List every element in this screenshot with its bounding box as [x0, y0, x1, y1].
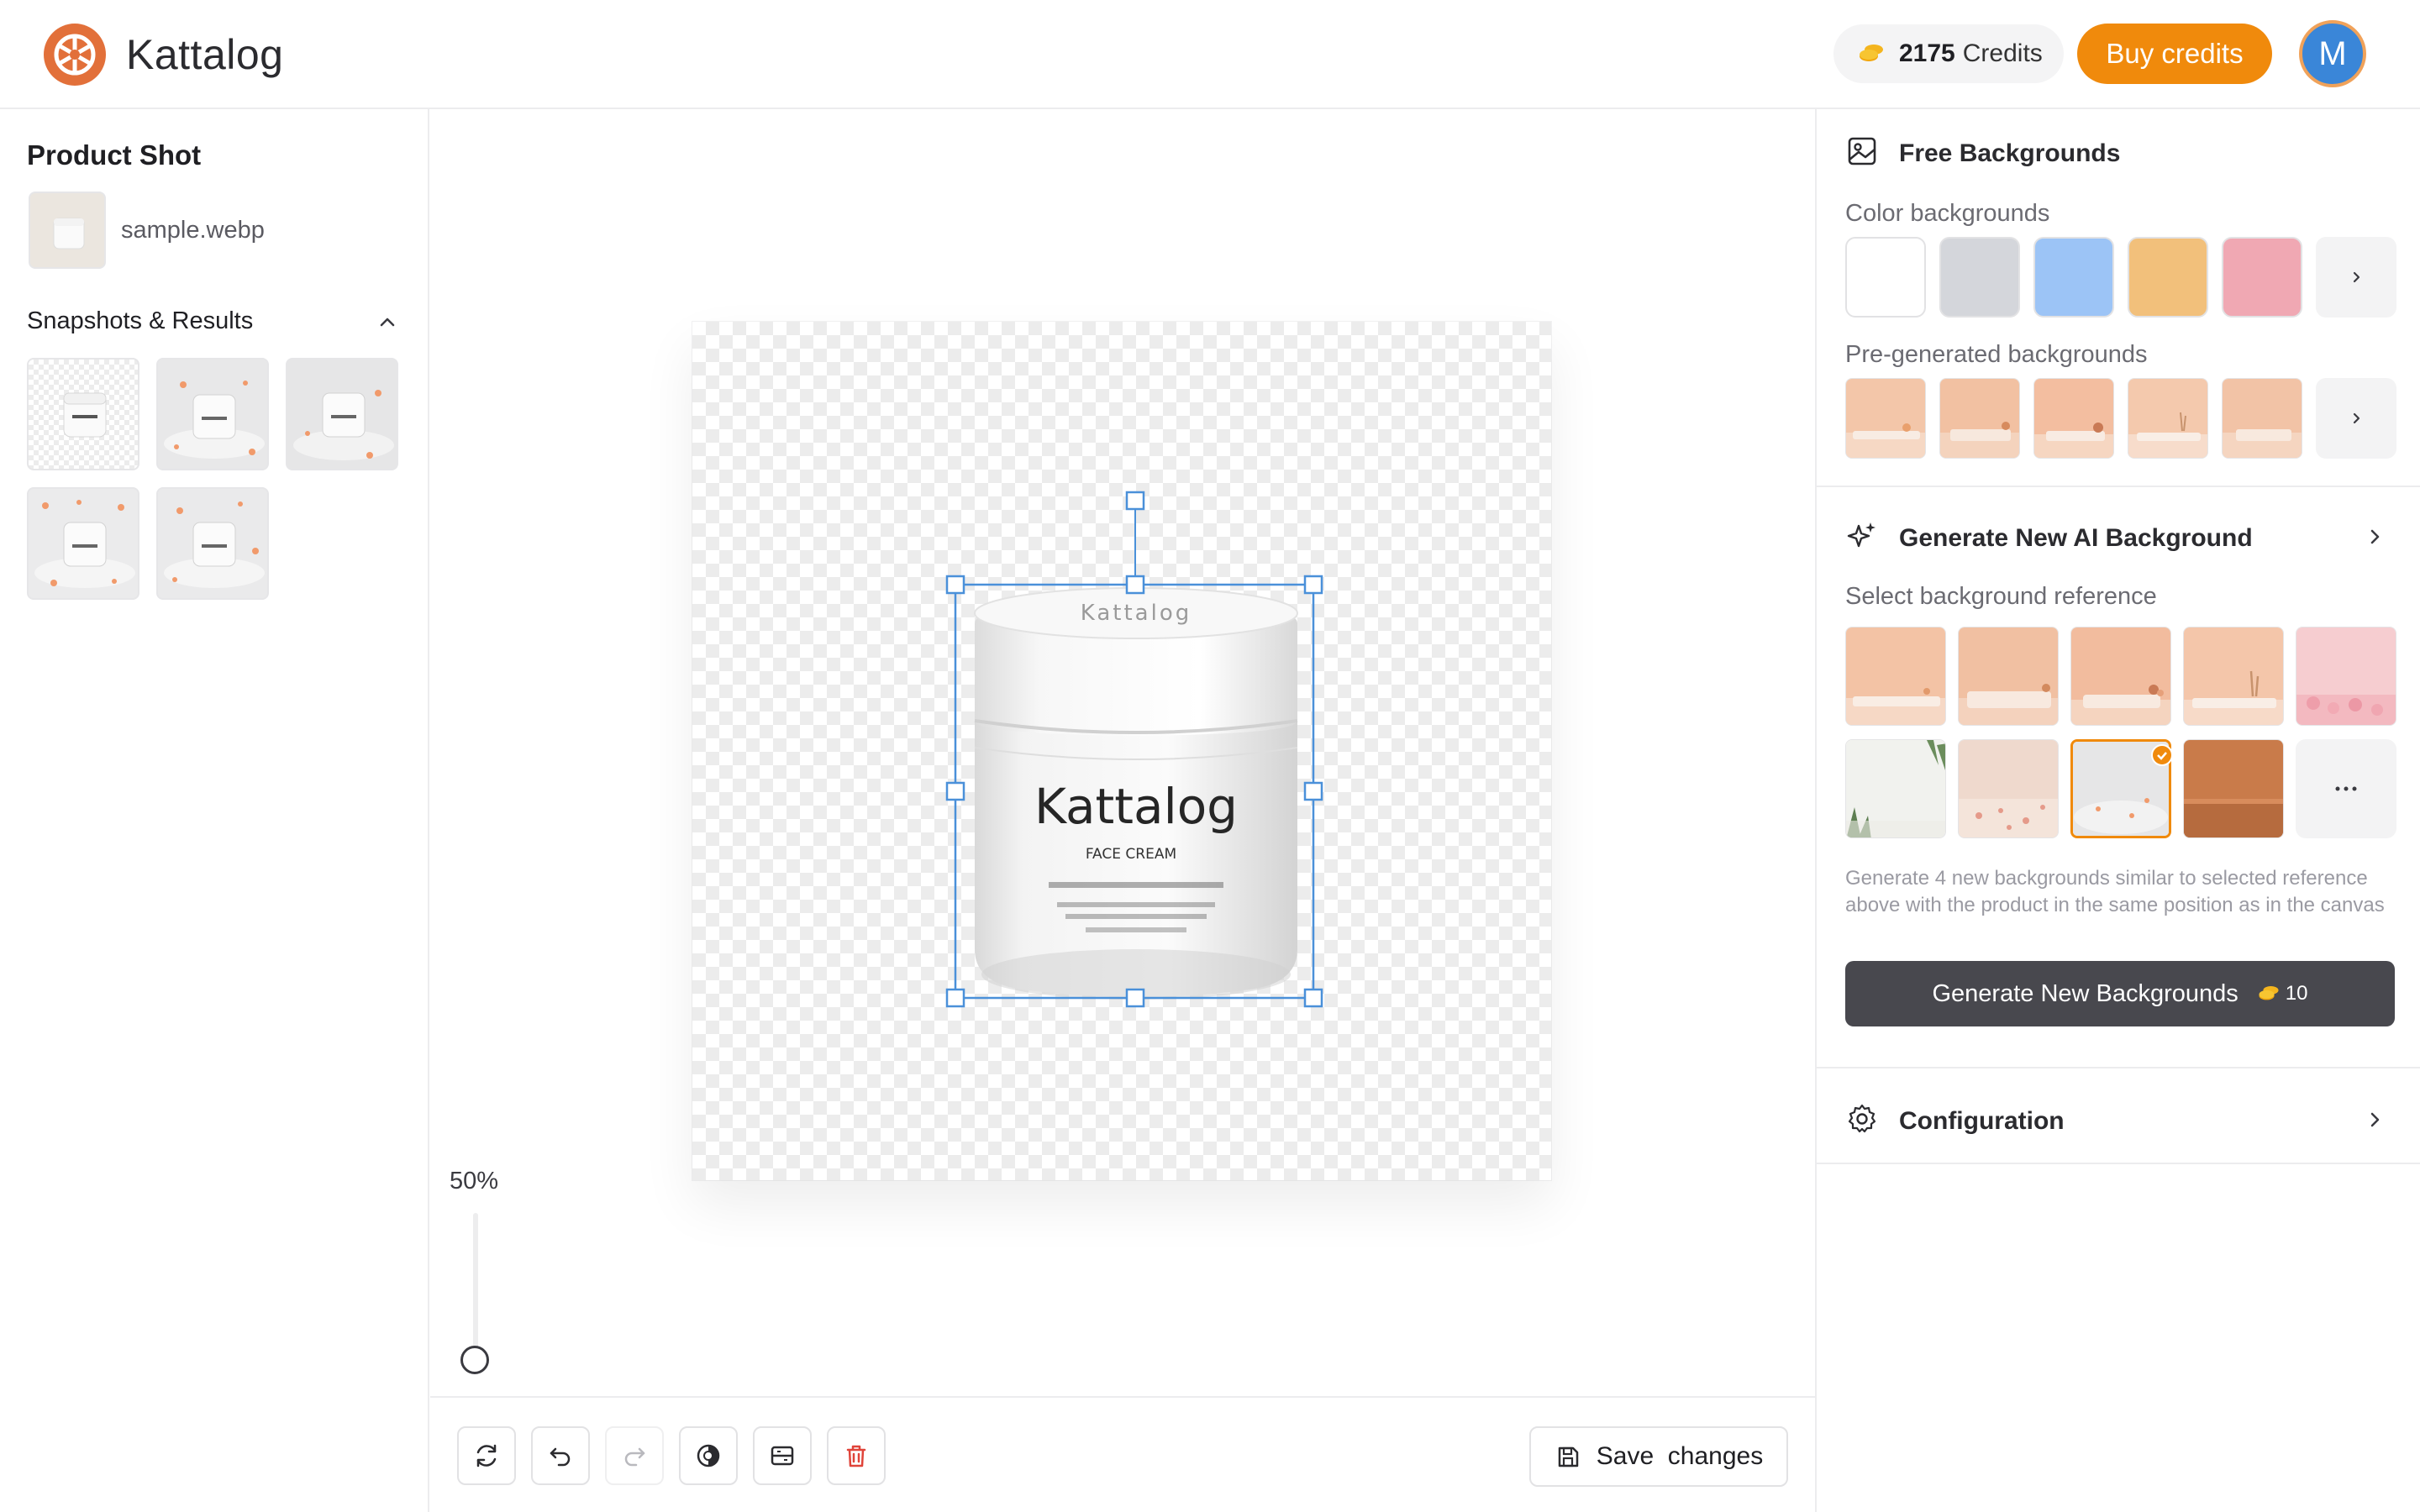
pregenerated-backgrounds-label: Pre-generated backgrounds [1845, 341, 2148, 368]
sparkles-icon [1847, 522, 1876, 548]
bottom-toolbar: Save changes [430, 1396, 1815, 1512]
credits-indicator: 2175 Credits [1833, 24, 2064, 83]
rotate-icon [476, 1444, 497, 1467]
chevron-up-icon[interactable] [375, 309, 400, 334]
snapshots-results-header[interactable]: Snapshots & Results [27, 307, 253, 335]
buy-credits-button[interactable]: Buy credits [2077, 24, 2272, 84]
app-header: Kattalog 2175 Credits Buy credits M [0, 0, 2420, 109]
more-pregenerated-button[interactable] [2316, 378, 2396, 459]
color-swatch-white[interactable] [1845, 237, 1926, 318]
delete-button[interactable] [827, 1426, 886, 1485]
file-name: sample.webp [121, 217, 265, 244]
pregenerated-background-thumbnail[interactable] [2222, 378, 2302, 459]
resize-handle-ne[interactable] [1303, 575, 1323, 595]
resize-handle-s[interactable] [1125, 988, 1145, 1008]
reset-button[interactable] [457, 1426, 516, 1485]
color-swatch-pink[interactable] [2222, 237, 2302, 318]
more-references-button[interactable] [2296, 739, 2396, 838]
trash-icon [846, 1445, 866, 1467]
pregenerated-background-thumbnail[interactable] [2128, 378, 2208, 459]
pregenerated-background-thumbnail[interactable] [1939, 378, 2020, 459]
color-backgrounds-label: Color backgrounds [1845, 200, 2050, 227]
credits-label: Credits [1962, 39, 2043, 67]
more-colors-button[interactable] [2316, 237, 2396, 318]
snapshot-thumbnail[interactable] [156, 487, 269, 600]
resize-handle-sw[interactable] [945, 988, 965, 1008]
pregenerated-background-thumbnail[interactable] [1845, 378, 1926, 459]
redo-button[interactable] [605, 1426, 664, 1485]
adjust-button[interactable] [679, 1426, 738, 1485]
reference-background-thumbnail[interactable] [2070, 627, 2171, 726]
coins-icon [2259, 985, 2279, 1000]
generate-button-label: Generate New Backgrounds [1932, 979, 2238, 1007]
resize-handle-w[interactable] [945, 781, 965, 801]
snapshot-thumbnail[interactable] [27, 487, 139, 600]
section-divider [1817, 1163, 2420, 1164]
redo-icon [624, 1447, 645, 1467]
credits-value: 2175 [1899, 39, 1955, 67]
color-swatch-orange[interactable] [2128, 237, 2208, 318]
zoom-slider-handle[interactable] [460, 1346, 489, 1374]
snapshot-thumbnail[interactable] [27, 358, 139, 470]
resize-handle-n[interactable] [1125, 575, 1145, 595]
color-swatch-blue[interactable] [2033, 237, 2114, 318]
left-sidebar: Product Shot sample.webp Snapshots & Res… [0, 109, 429, 1512]
resize-handle-nw[interactable] [945, 575, 965, 595]
reference-background-thumbnail[interactable] [1845, 739, 1946, 838]
chevron-right-icon [2353, 271, 2360, 283]
kattalog-logo-icon[interactable] [42, 22, 108, 87]
chevron-right-icon[interactable] [2363, 524, 2388, 549]
free-backgrounds-title: Free Backgrounds [1899, 139, 2121, 167]
snapshot-thumbnail[interactable] [286, 358, 398, 470]
crop-icon [771, 1446, 794, 1466]
contrast-icon [697, 1444, 720, 1467]
generate-new-backgrounds-button[interactable]: Generate New Backgrounds 10 [1845, 961, 2395, 1026]
zoom-level: 50% [450, 1168, 499, 1194]
selected-check-icon [2151, 744, 2173, 766]
color-swatch-gray[interactable] [1939, 237, 2020, 318]
right-panel: Free Backgrounds Color backgrounds Pre-g… [1815, 109, 2420, 1512]
ellipsis-icon [2335, 786, 2357, 791]
uploaded-file-thumbnail[interactable] [29, 192, 106, 269]
generate-cost-value: 10 [2285, 982, 2308, 1005]
configuration-title[interactable]: Configuration [1899, 1107, 2065, 1136]
zoom-slider-track[interactable] [473, 1213, 478, 1354]
reference-background-thumbnail[interactable] [1845, 627, 1946, 726]
snapshot-thumbnail[interactable] [156, 358, 269, 470]
pregenerated-background-thumbnail[interactable] [2033, 378, 2114, 459]
coins-icon [1860, 45, 1883, 61]
save-changes-button[interactable]: Save changes [1529, 1426, 1788, 1487]
resize-handle-se[interactable] [1303, 988, 1323, 1008]
chevron-right-icon [2353, 412, 2360, 424]
product-shot-title: Product Shot [27, 139, 202, 171]
generate-cost: 10 [2257, 982, 2308, 1005]
resize-handle-e[interactable] [1303, 781, 1323, 801]
save-icon [1558, 1446, 1578, 1467]
reference-background-thumbnail[interactable] [2183, 739, 2284, 838]
gear-icon [1848, 1104, 1876, 1133]
undo-icon [550, 1447, 571, 1467]
save-label: Save changes [1596, 1442, 1764, 1470]
chevron-right-icon[interactable] [2363, 1107, 2388, 1132]
reference-background-thumbnail[interactable] [1958, 739, 2059, 838]
crop-button[interactable] [753, 1426, 812, 1485]
brand-name[interactable]: Kattalog [126, 30, 283, 79]
generate-ai-background-title[interactable]: Generate New AI Background [1899, 524, 2253, 553]
undo-button[interactable] [531, 1426, 590, 1485]
section-divider [1817, 1067, 2420, 1068]
reference-background-thumbnail[interactable] [2183, 627, 2284, 726]
section-divider [1817, 486, 2420, 487]
reference-background-thumbnail[interactable] [1958, 627, 2059, 726]
generate-helper-text: Generate 4 new backgrounds similar to se… [1845, 867, 2385, 916]
reference-background-thumbnail[interactable] [2296, 627, 2396, 726]
user-avatar[interactable]: M [2299, 20, 2366, 87]
selection-transform-box[interactable] [941, 489, 1329, 1010]
image-icon [1848, 137, 1876, 165]
rotate-handle[interactable] [1125, 491, 1145, 511]
select-reference-label: Select background reference [1845, 583, 2157, 610]
